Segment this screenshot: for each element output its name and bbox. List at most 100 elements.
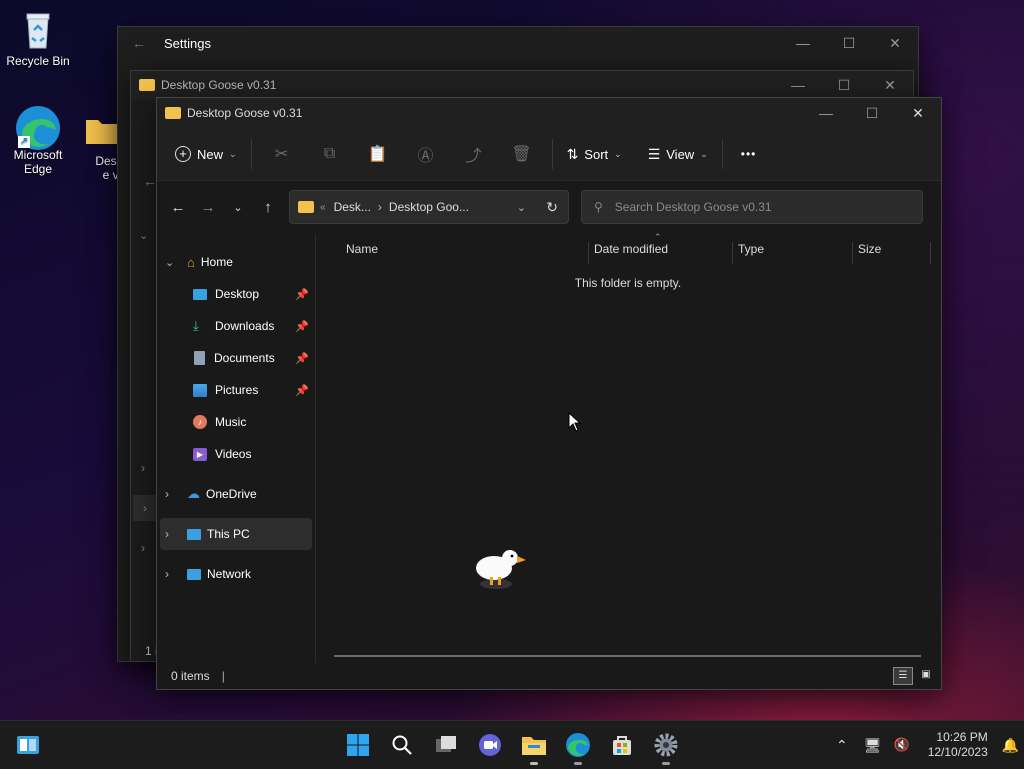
search-button[interactable] [388,731,416,759]
rename-icon[interactable]: Ⓐ [410,138,442,170]
nav-item-pictures[interactable]: Pictures 📌 [157,374,315,406]
store-button[interactable] [608,731,636,759]
chevron-right-icon[interactable]: › [165,567,179,581]
column-divider[interactable] [732,242,733,264]
desktop-icon-edge[interactable]: ↗ Microsoft Edge [6,104,70,176]
file-explorer-button[interactable] [520,731,548,765]
chevron-down-icon[interactable]: ⌄ [139,229,148,242]
widgets-button[interactable] [14,731,42,759]
nav-item-network[interactable]: › Network [157,558,315,590]
network-icon[interactable]: 🖥 [864,737,882,754]
nav-item-music[interactable]: ♪ Music [157,406,315,438]
nav-item-documents[interactable]: Documents 📌 [157,342,315,374]
view-button[interactable]: ☰ View ⌄ [640,138,716,170]
chevron-down-icon[interactable]: ⌄ [165,256,179,269]
explorer-window[interactable]: Desktop Goose v0.31 — ☐ ✕ + New ⌄ ✂ ⧉ 📋 … [156,97,942,690]
task-view-button[interactable] [432,731,460,759]
chevron-down-icon[interactable]: ⌄ [517,201,526,214]
search-box[interactable]: ⚲ Search Desktop Goose v0.31 [581,190,923,224]
divider [721,139,723,169]
share-icon[interactable]: ⤴ [458,138,490,170]
column-divider[interactable] [852,242,853,264]
nav-item-this-pc[interactable]: › This PC [160,518,312,550]
column-header-size[interactable]: Size [858,242,881,256]
widgets-icon [17,736,39,754]
chevron-up-icon[interactable]: ⌃ [836,737,848,754]
minimize-button[interactable]: — [780,27,826,59]
edge-button[interactable] [564,731,592,765]
cut-icon[interactable]: ✂ [266,138,298,170]
maximize-button[interactable]: ☐ [826,27,872,59]
breadcrumb-item[interactable]: Desktop Goo... [389,200,469,214]
tiles-view-button[interactable]: ▣ [917,667,935,683]
column-divider[interactable] [588,242,589,264]
address-bar[interactable]: « Desk... › Desktop Goo... ⌄ ↻ [289,190,569,224]
minimize-button[interactable]: — [803,98,849,128]
column-header-date[interactable]: Date modified [594,242,668,256]
cloud-icon: ☁ [187,486,200,501]
nav-item-label: Home [200,255,233,269]
copy-icon[interactable]: ⧉ [314,138,346,170]
status-bar: 0 items | ☰ ▣ [157,663,941,689]
forward-button[interactable]: → [193,192,223,222]
new-button[interactable]: + New ⌄ [167,138,245,170]
nav-item-onedrive[interactable]: › ☁ OneDrive [157,478,315,510]
pin-icon: 📌 [295,384,309,397]
horizontal-scrollbar[interactable] [334,655,921,657]
teams-chat-button[interactable] [476,731,504,759]
column-header-name[interactable]: Name [346,242,378,256]
chevron-right-icon[interactable]: › [165,487,179,501]
start-button[interactable] [344,731,372,759]
search-input[interactable]: Search Desktop Goose v0.31 [615,200,772,214]
paste-icon[interactable]: 📋 [362,138,394,170]
chevron-right-icon[interactable]: › [141,461,145,475]
close-button[interactable]: ✕ [872,27,918,59]
column-header-type[interactable]: Type [738,242,764,256]
nav-item-home[interactable]: ⌄ ⌂ Home [157,246,315,278]
chat-icon [479,734,501,756]
back-arrow-icon[interactable]: ← [143,173,157,189]
delete-icon[interactable]: 🗑 [506,138,538,170]
folder-icon [298,201,314,213]
recent-locations-button[interactable]: ⌄ [223,192,253,222]
nav-item-downloads[interactable]: ⤓ Downloads 📌 [157,310,315,342]
clock-date: 12/10/2023 [927,745,988,759]
close-button[interactable]: ✕ [867,71,913,99]
back-arrow-icon[interactable]: ← [132,35,146,51]
desktop-icon-recycle-bin[interactable]: Recycle Bin [6,10,70,68]
pin-icon: 📌 [295,320,309,333]
file-list-area[interactable]: Name ⌃ Date modified Type Size This fold… [316,232,941,663]
minimize-button[interactable]: — [775,71,821,99]
chevron-right-icon[interactable]: › [165,527,179,541]
windows-logo-icon [347,734,369,756]
settings-button[interactable] [652,731,680,765]
sort-button[interactable]: ⇅ Sort ⌄ [559,138,630,170]
recycle-bin-icon [18,10,58,50]
maximize-button[interactable]: ☐ [821,71,867,99]
refresh-icon[interactable]: ↻ [546,199,558,216]
nav-item-label: Documents [214,351,275,365]
chevron-right-icon[interactable]: › [141,541,145,555]
maximize-button[interactable]: ☐ [849,98,895,128]
breadcrumb-overflow[interactable]: « [320,202,326,213]
notification-icon[interactable]: 🔔 [1002,737,1019,754]
up-button[interactable]: ↑ [253,192,283,222]
edge-icon [566,733,590,757]
more-options-button[interactable]: ••• [733,138,765,170]
chevron-right-icon[interactable]: › [133,495,157,521]
clock[interactable]: 10:26 PM 12/10/2023 [928,730,988,760]
nav-item-desktop[interactable]: Desktop 📌 [157,278,315,310]
desktop-icon-label: Microsoft Edge [13,148,63,176]
breadcrumb-item[interactable]: Desk... [334,200,371,214]
view-list-icon: ☰ [647,145,661,162]
back-button[interactable]: ← [163,192,193,222]
column-divider[interactable] [930,242,931,264]
details-view-button[interactable]: ☰ [893,667,913,685]
breadcrumb-separator[interactable]: › [378,200,382,214]
volume-muted-icon[interactable]: 🔇 [894,737,910,753]
nav-item-videos[interactable]: ▶ Videos [157,438,315,470]
close-button[interactable]: ✕ [895,98,941,128]
task-view-icon [436,736,456,752]
sort-icon: ⇅ [566,145,579,162]
edge-icon: ↗ [16,104,60,150]
